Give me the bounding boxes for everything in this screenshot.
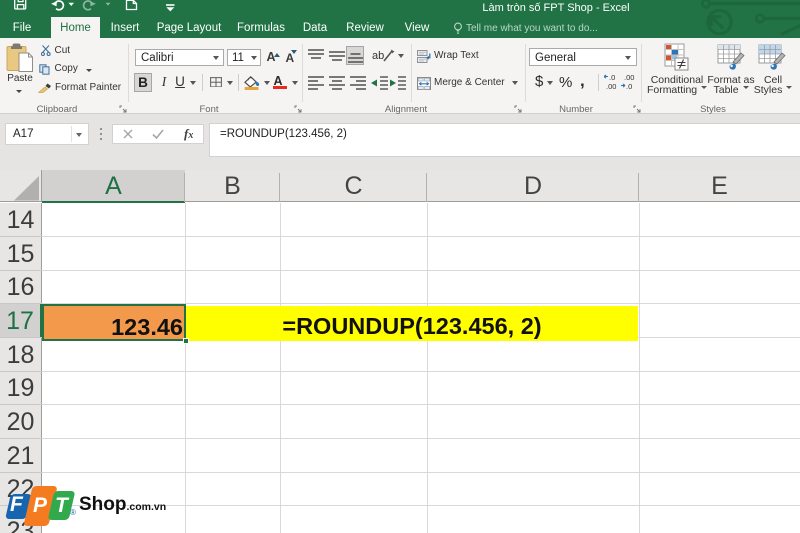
svg-text:.00: .00	[606, 82, 616, 90]
svg-text:.0: .0	[626, 82, 632, 90]
svg-text:.0: .0	[609, 73, 615, 82]
svg-text:ab: ab	[372, 50, 384, 62]
svg-text:.00: .00	[624, 73, 634, 82]
